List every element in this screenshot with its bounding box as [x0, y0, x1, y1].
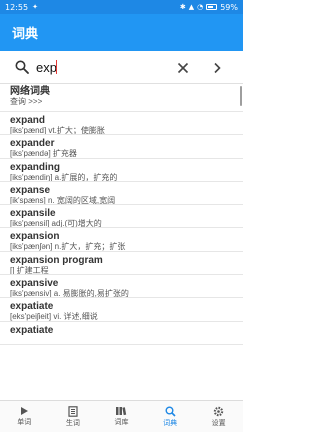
word-label: expanding	[10, 161, 61, 173]
list-item[interactable]: expander [iks'pændə] 扩充器	[0, 135, 243, 159]
search-icon[interactable]	[8, 60, 36, 74]
tab-wordbank[interactable]: 词库	[97, 401, 146, 432]
result-list[interactable]: 网络词典 查询 >>> expand [iks'pænd] vt.扩大；使膨胀 e…	[0, 84, 243, 400]
text-cursor	[55, 60, 57, 74]
tab-label: 设置	[211, 418, 226, 427]
tab-label: 词典	[163, 418, 178, 427]
definition-label: [] 扩建工程	[10, 265, 49, 275]
word-label: expatiate	[10, 301, 54, 313]
definition-label: [ik'spæns] n. 宽阔的区域,宽阔	[10, 195, 116, 205]
word-label: expander	[10, 138, 55, 150]
battery-icon	[206, 4, 218, 10]
tab-words[interactable]: 单词	[0, 401, 49, 432]
word-label: expatiate	[10, 324, 54, 336]
word-label: expansion	[10, 231, 60, 243]
signal-icon: ▲	[188, 2, 195, 11]
tab-new-words[interactable]: 生词	[49, 401, 98, 432]
list-item[interactable]: expanse [ik'spæns] n. 宽阔的区域,宽阔	[0, 182, 243, 206]
bluetooth-icon: ✦	[32, 2, 38, 11]
close-icon	[177, 62, 189, 74]
clear-button[interactable]	[174, 59, 192, 77]
list-item[interactable]: expanding [iks'pændiŋ] a.扩展的，扩充的	[0, 159, 243, 182]
search-input[interactable]: exp	[36, 60, 57, 75]
list-item[interactable]: expansion [iks'pænʃən] n.扩大，扩充；扩张	[0, 228, 243, 252]
list-item[interactable]: expansion program[] 扩建工程	[0, 252, 243, 276]
word-label: expansile	[10, 208, 56, 220]
search-bar: exp	[0, 51, 243, 84]
tab-dictionary[interactable]: 词典	[146, 401, 195, 432]
definition-label: [iks'pænʃən] n.扩大，扩充；扩张	[10, 242, 126, 252]
definition-label: [iks'pænsiv] a. 易膨胀的,易扩张的	[10, 289, 129, 299]
definition-label: [iks'pænsil] adj.(可)增大的	[10, 219, 102, 229]
list-item[interactable]: expatiate [eks'peiʃieit] vi. 详述,细说	[0, 298, 243, 322]
tab-label: 生词	[65, 418, 80, 427]
online-dictionary-row[interactable]: 网络词典 查询 >>>	[0, 84, 243, 112]
wifi-icon: ◔	[197, 2, 204, 11]
definition-label: [eks'peiʃieit] vi. 详述,细说	[10, 312, 98, 322]
word-label: expand	[10, 115, 46, 126]
word-label: expansive	[10, 278, 59, 290]
definition-label: [iks'pændiŋ] a.扩展的，扩充的	[10, 172, 118, 182]
books-icon	[116, 407, 127, 416]
battery-label: 59%	[220, 2, 238, 12]
tab-label: 词库	[114, 418, 129, 426]
go-button[interactable]	[208, 59, 226, 77]
definition-label: [iks'pændə] 扩充器	[10, 149, 77, 159]
time-label: 12:55	[5, 2, 29, 12]
online-dictionary-link[interactable]: 查询 >>>	[10, 97, 233, 107]
definition-label: [iks'pænd] vt.扩大；使膨胀	[10, 126, 105, 135]
tab-settings[interactable]: 设置	[194, 401, 243, 432]
gear-icon	[213, 406, 224, 416]
search-icon	[165, 406, 176, 417]
page-title: 词典	[12, 27, 39, 42]
list-item[interactable]: expatiate	[0, 322, 243, 345]
notebook-icon	[68, 405, 78, 417]
online-dictionary-title: 网络词典	[10, 86, 50, 97]
play-icon	[21, 407, 29, 415]
status-bar: 12:55 ✦ ✱ ▲ ◔ 59%	[0, 0, 243, 14]
app-bar: 词典	[0, 14, 243, 51]
word-label: expansion program	[10, 254, 103, 266]
chevron-right-icon	[214, 62, 221, 74]
notification-icon: ✱	[179, 2, 186, 11]
word-label: expanse	[10, 184, 51, 196]
tab-label: 单词	[17, 418, 32, 426]
list-item[interactable]: expansive [iks'pænsiv] a. 易膨胀的,易扩张的	[0, 275, 243, 299]
bottom-navigation: 单词 生词 词库 词典 设置	[0, 400, 243, 432]
list-item[interactable]: expand [iks'pænd] vt.扩大；使膨胀	[0, 112, 243, 136]
scrollbar-thumb[interactable]	[240, 86, 242, 106]
list-item[interactable]: expansile [iks'pænsil] adj.(可)增大的	[0, 205, 243, 229]
